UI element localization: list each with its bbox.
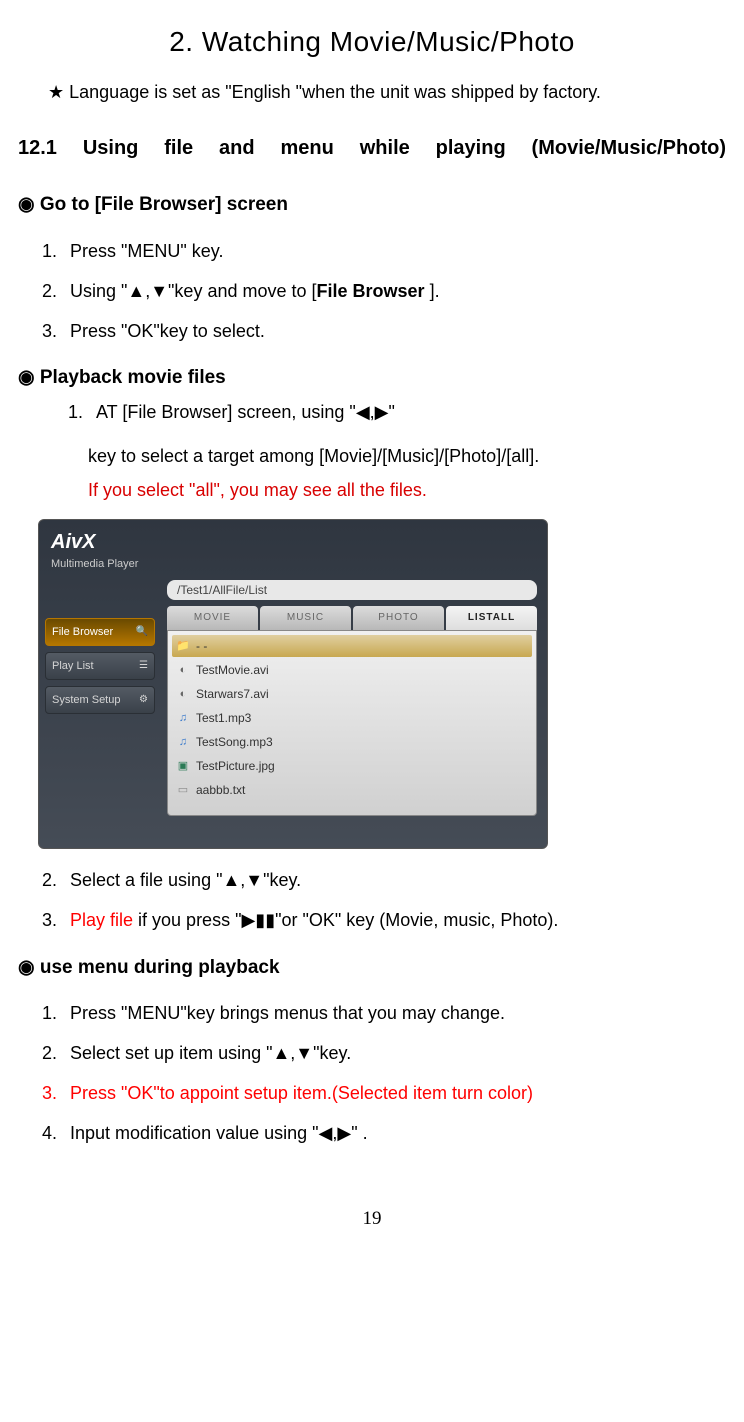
movie-icon: ◐ (176, 663, 190, 677)
heading-playback: Playback movie files (18, 363, 726, 392)
page-number: 19 (18, 1204, 726, 1233)
section-heading-12-1: 12.1 Using file and menu while playing (… (18, 133, 726, 164)
menu-step-4: Input modification value using "◀,▶" . (62, 1120, 726, 1148)
step-2-pre: Using "▲,▼"key and move to [ (70, 281, 317, 301)
sidebar-item-label: File Browser (52, 624, 113, 641)
list-item[interactable]: ♫ TestSong.mp3 (172, 731, 532, 753)
sidebar-item-play-list[interactable]: Play List ☰ (45, 652, 155, 680)
list-item[interactable]: ◐ TestMovie.avi (172, 659, 532, 681)
post-step-3-rest: if you press "▶▮▮"or "OK" key (Movie, mu… (133, 910, 558, 930)
screenshot-header: AivX Multimedia Player (39, 520, 547, 580)
gear-icon: ⚙ (139, 692, 148, 708)
file-name: Starwars7.avi (196, 685, 269, 704)
search-icon: 🔍 (136, 624, 148, 640)
menu-step-3: Press "OK"to appoint setup item.(Selecte… (62, 1080, 726, 1108)
tab-music[interactable]: MUSIC (260, 606, 351, 630)
document-icon: ▭ (176, 783, 190, 797)
screenshot-body: File Browser 🔍 Play List ☰ System Setup … (39, 580, 547, 840)
list-item[interactable]: ◐ Starwars7.avi (172, 683, 532, 705)
post-step-2: Select a file using "▲,▼"key. (62, 867, 726, 895)
list-icon: ☰ (139, 658, 148, 674)
file-name: TestSong.mp3 (196, 733, 273, 752)
brand-subtitle: Multimedia Player (51, 556, 138, 573)
page-title: 2. Watching Movie/Music/Photo (18, 20, 726, 63)
list-item[interactable]: ▣ TestPicture.jpg (172, 755, 532, 777)
tab-photo[interactable]: PHOTO (353, 606, 444, 630)
play-file-text: Play file (70, 910, 133, 930)
factory-language-note: ★ Language is set as "English "when the … (48, 79, 726, 107)
file-name: TestPicture.jpg (196, 757, 275, 776)
music-icon: ♫ (176, 711, 190, 725)
file-name: Test1.mp3 (196, 709, 251, 728)
steps-playback-intro: AT [File Browser] screen, using "◀,▶" (18, 399, 726, 427)
sidebar-item-file-browser[interactable]: File Browser 🔍 (45, 618, 155, 646)
file-name: TestMovie.avi (196, 661, 269, 680)
sidebar: File Browser 🔍 Play List ☰ System Setup … (39, 580, 161, 840)
playback-step-1: AT [File Browser] screen, using "◀,▶" (88, 399, 726, 427)
file-browser-label: File Browser (317, 281, 425, 301)
file-name: aabbb.txt (196, 781, 245, 800)
breadcrumb-path: /Test1/AllFile/List (167, 580, 537, 600)
step-1: Press "MENU" key. (62, 238, 726, 266)
heading-file-browser: Go to [File Browser] screen (18, 190, 726, 219)
tab-bar: MOVIE MUSIC PHOTO LISTALL (167, 606, 537, 630)
playback-line-2: key to select a target among [Movie]/[Mu… (88, 439, 726, 473)
music-icon: ♫ (176, 735, 190, 749)
menu-step-2: Select set up item using "▲,▼"key. (62, 1040, 726, 1068)
image-icon: ▣ (176, 759, 190, 773)
list-item[interactable]: ♫ Test1.mp3 (172, 707, 532, 729)
step-2-post: ]. (425, 281, 440, 301)
playback-line-3: If you select "all", you may see all the… (88, 473, 726, 507)
playback-sub-lines: key to select a target among [Movie]/[Mu… (88, 439, 726, 507)
folder-icon: 📁 (176, 639, 190, 653)
step-3: Press "OK"key to select. (62, 318, 726, 346)
step-2: Using "▲,▼"key and move to [File Browser… (62, 278, 726, 306)
screenshot-main: /Test1/AllFile/List MOVIE MUSIC PHOTO LI… (161, 580, 547, 840)
tab-movie[interactable]: MOVIE (167, 606, 258, 630)
brand-logo: AivX (51, 531, 95, 553)
steps-file-browser: Press "MENU" key. Using "▲,▼"key and mov… (18, 238, 726, 346)
movie-icon: ◐ (176, 687, 190, 701)
list-item-up[interactable]: 📁 - - (172, 635, 532, 657)
list-item[interactable]: ▭ aabbb.txt (172, 779, 532, 801)
file-name: - - (196, 637, 207, 656)
post-step-3: Play file if you press "▶▮▮"or "OK" key … (62, 907, 726, 935)
sidebar-item-system-setup[interactable]: System Setup ⚙ (45, 686, 155, 714)
sidebar-item-label: System Setup (52, 692, 120, 709)
tab-listall[interactable]: LISTALL (446, 606, 537, 630)
sidebar-item-label: Play List (52, 658, 94, 675)
menu-step-1: Press "MENU"key brings menus that you ma… (62, 1000, 726, 1028)
file-browser-screenshot: AivX Multimedia Player File Browser 🔍 Pl… (38, 519, 548, 849)
file-list: 📁 - - ◐ TestMovie.avi ◐ Starwars7.avi ♫ … (167, 630, 537, 816)
steps-post-shot: Select a file using "▲,▼"key. Play file … (18, 867, 726, 935)
heading-menu-playback: use menu during playback (18, 953, 726, 982)
steps-menu: Press "MENU"key brings menus that you ma… (18, 1000, 726, 1148)
